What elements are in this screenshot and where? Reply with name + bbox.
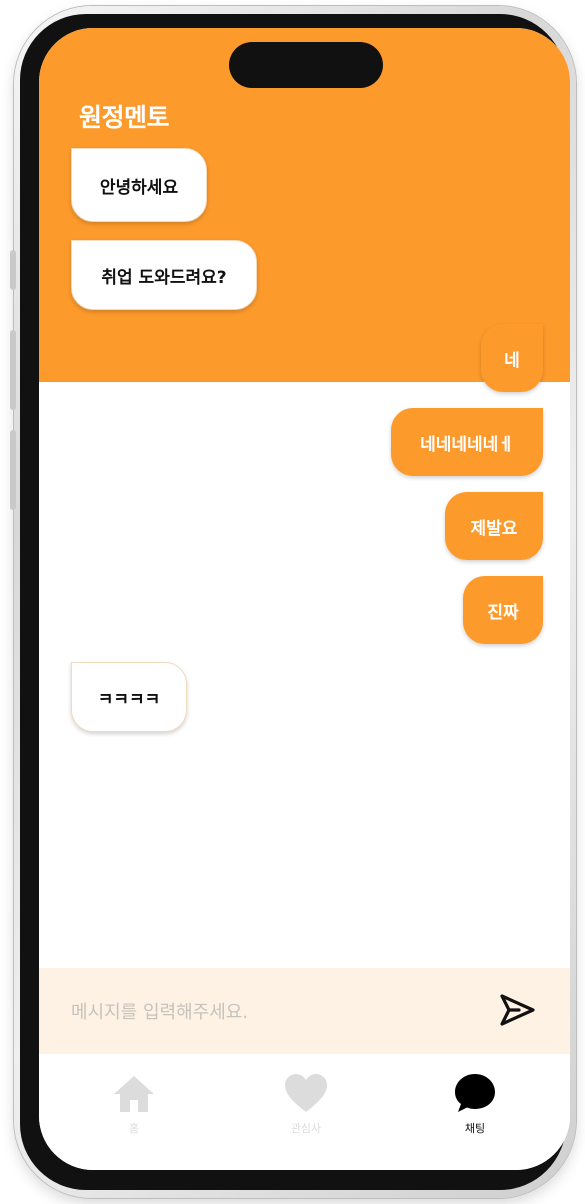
send-icon bbox=[500, 994, 535, 1026]
message-sent: 네네네네네ㅔ bbox=[391, 408, 543, 476]
phone-side-button bbox=[10, 430, 16, 510]
message-received: ㅋㅋㅋㅋ bbox=[71, 662, 187, 732]
phone-side-button bbox=[10, 330, 16, 410]
tab-chat[interactable]: 채팅 bbox=[425, 1072, 525, 1142]
chat-message-list[interactable]: 안녕하세요 취업 도와드려요? 네 네네네네네ㅔ 제발요 진짜 ㅋㅋㅋㅋ bbox=[39, 148, 570, 968]
chat-bubble-icon bbox=[455, 1074, 495, 1112]
dynamic-island bbox=[229, 42, 383, 88]
phone-screen: 원정멘토 안녕하세요 취업 도와드려요? 네 네네네네네ㅔ 제발요 진짜 ㅋㅋㅋ… bbox=[39, 28, 570, 1170]
tab-label: 홈 bbox=[128, 1122, 140, 1135]
message-input-bar bbox=[39, 968, 570, 1054]
heart-icon bbox=[285, 1074, 327, 1112]
home-icon bbox=[114, 1076, 154, 1112]
message-input[interactable] bbox=[69, 996, 473, 1028]
tab-label: 관심사 bbox=[290, 1122, 322, 1135]
bottom-tab-bar: 홈 관심사 채팅 bbox=[39, 1054, 570, 1170]
tab-interests[interactable]: 관심사 bbox=[256, 1072, 356, 1142]
message-sent: 진짜 bbox=[463, 576, 543, 644]
message-received: 취업 도와드려요? bbox=[71, 240, 257, 310]
message-sent: 제발요 bbox=[445, 492, 543, 560]
phone-side-button bbox=[10, 250, 16, 290]
tab-label: 채팅 bbox=[464, 1122, 486, 1135]
app-title: 원정멘토 bbox=[79, 103, 170, 132]
message-received: 안녕하세요 bbox=[71, 148, 207, 222]
send-button[interactable] bbox=[495, 990, 539, 1030]
message-sent: 네 bbox=[481, 324, 543, 392]
tab-home[interactable]: 홈 bbox=[84, 1072, 184, 1142]
